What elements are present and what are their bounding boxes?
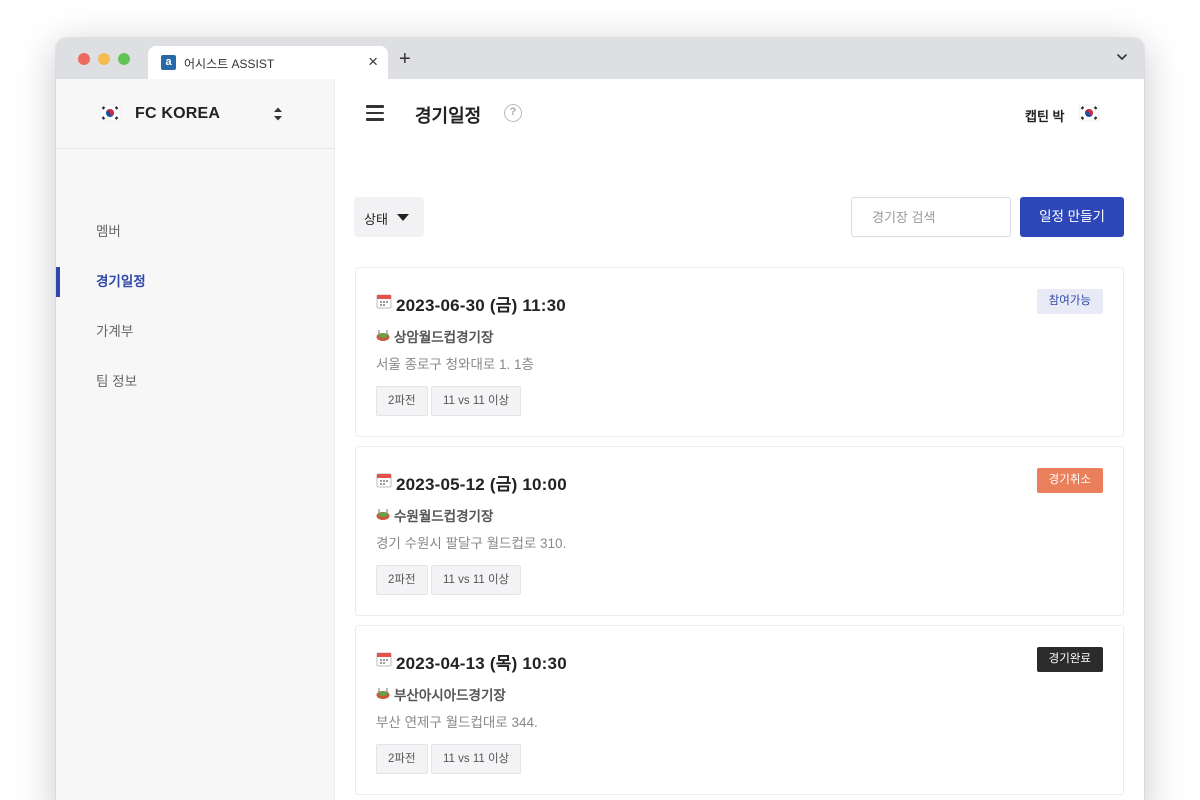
stadium-name: 상암월드컵경기장 [394,330,494,345]
status-badge: 참여가능 [1036,289,1103,314]
stadium-address: 부산 연제구 월드컵대로 344. [376,715,538,730]
match-card[interactable]: 2023-04-13 (목) 10:30 경기완료 부산아시아드경기장 부산 연… [355,625,1124,795]
team-header: FC KOREA [56,79,335,149]
korea-flag-icon[interactable] [1078,102,1100,124]
stadium-address: 서울 종로구 청와대로 1. 1층 [376,357,534,372]
caret-down-icon [397,214,409,221]
korea-flag-icon [99,104,121,122]
calendar-icon [376,473,392,488]
status-badge: 경기완료 [1036,647,1103,672]
match-tag: 2파전 [376,744,428,774]
maximize-window-button[interactable] [118,53,130,65]
page-title: 경기일정 [415,106,482,126]
create-schedule-button[interactable]: 일정 만들기 [1020,197,1124,237]
stadium-address: 경기 수원시 팔달구 월드컵로 310. [376,536,567,551]
match-tag: 2파전 [376,386,428,416]
new-tab-icon[interactable]: + [399,48,411,71]
user-name[interactable]: 캡틴 박 [1025,106,1065,125]
match-card[interactable]: 2023-05-12 (금) 10:00 경기취소 수원월드컵경기장 경기 수원… [355,446,1124,616]
assist-favicon-icon: a [161,55,176,70]
close-tab-icon[interactable]: × [368,52,378,72]
sidebar: FC KOREA 멤버 경기일정 가계부 팀 정보 [56,79,335,800]
sidebar-item-team-info[interactable]: 팀 정보 [56,367,335,397]
minimize-window-button[interactable] [98,53,110,65]
stadium-icon [376,688,390,699]
stadium-name: 부산아시아드경기장 [394,688,506,703]
match-tag: 11 vs 11 이상 [431,386,522,416]
calendar-icon [376,294,392,309]
match-date: 2023-04-13 (목) 10:30 [396,654,567,673]
match-date: 2023-06-30 (금) 11:30 [396,296,566,315]
tab-title: 어시스트 ASSIST [184,57,275,71]
close-window-button[interactable] [78,53,90,65]
sidebar-item-ledger[interactable]: 가계부 [56,317,335,347]
help-icon[interactable]: ? [504,104,522,122]
stadium-name: 수원월드컵경기장 [394,509,494,524]
sidebar-item-members[interactable]: 멤버 [56,217,335,247]
browser-window: a 어시스트 ASSIST × + FC KOREA 멤버 경기일정 가계부 팀… [56,38,1144,800]
sort-updown-icon[interactable] [273,106,283,122]
calendar-icon [376,652,392,667]
status-filter-dropdown[interactable]: 상태 [354,197,424,237]
chevron-down-icon[interactable] [1116,51,1128,63]
browser-titlebar: a 어시스트 ASSIST × + [56,38,1144,79]
match-tag: 11 vs 11 이상 [431,744,522,774]
stadium-search-input[interactable] [851,197,1011,237]
status-filter-label: 상태 [364,212,388,227]
stadium-icon [376,330,390,341]
stadium-icon [376,509,390,520]
team-name: FC KOREA [135,105,221,122]
status-badge: 경기취소 [1036,468,1103,493]
match-date: 2023-05-12 (금) 10:00 [396,475,567,494]
main-content: 경기일정 ? 캡틴 박 상태 일정 만들기 [336,79,1144,800]
match-tag: 11 vs 11 이상 [431,565,522,595]
match-card[interactable]: 2023-06-30 (금) 11:30 참여가능 상암월드컵경기장 서울 종로… [355,267,1124,437]
match-tag: 2파전 [376,565,428,595]
menu-icon[interactable] [366,105,384,121]
sidebar-item-schedule[interactable]: 경기일정 [56,267,335,297]
browser-tab[interactable]: a 어시스트 ASSIST × [148,46,388,79]
